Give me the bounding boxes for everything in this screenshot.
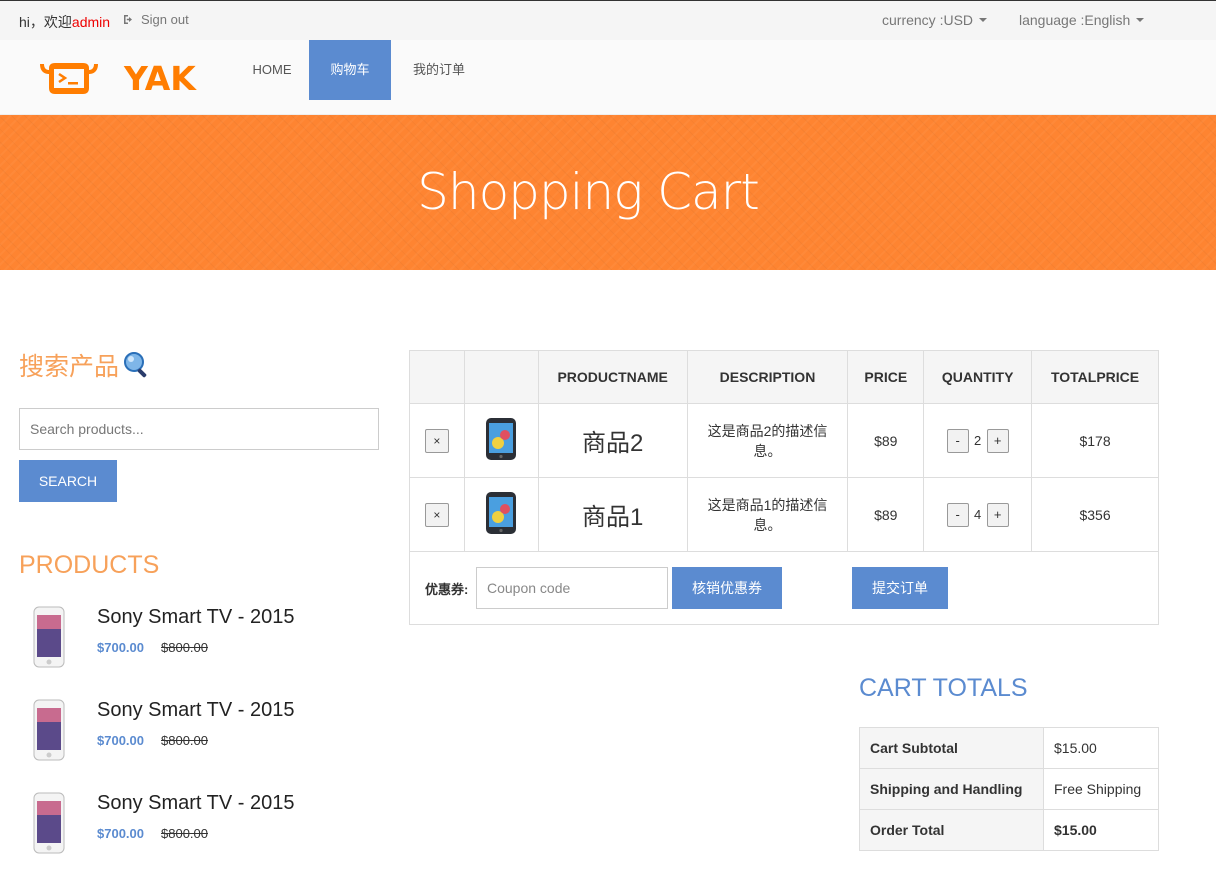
order-total-label: Order Total [859, 809, 1044, 851]
quantity-stepper: - 4 + [946, 502, 1009, 527]
search-input[interactable] [19, 408, 379, 450]
coupon-label: 优惠券: [425, 582, 469, 597]
products-title: PRODUCTS [19, 551, 160, 579]
chevron-down-icon [979, 18, 988, 22]
remove-item-button[interactable]: × [424, 428, 449, 453]
magnifier-icon [124, 352, 147, 378]
coupon-code-input[interactable] [476, 567, 668, 609]
col-image-header [463, 350, 539, 404]
cart-subtotal-label: Cart Subtotal [859, 727, 1044, 769]
remove-cell: × [409, 477, 465, 552]
sign-out-link[interactable]: Sign out [123, 12, 189, 27]
price-cell: $89 [847, 403, 925, 478]
col-quantity-header: QUANTITY [923, 350, 1033, 404]
product-thumbnail[interactable] [485, 491, 517, 535]
quantity-cell: - 2 + [923, 403, 1033, 478]
increase-quantity-button[interactable]: + [986, 428, 1009, 453]
product-price: $700.00 [97, 826, 144, 841]
product-item[interactable]: Sony Smart TV - 2015 $700.00 $800.00 [19, 606, 379, 686]
cart-header-row: PRODUCTNAME DESCRIPTION PRICE QUANTITY T… [409, 350, 1159, 404]
cart-product-description: 这是商品2的描述信息。 [707, 422, 828, 459]
remove-cell: × [409, 403, 465, 478]
cart-product-description: 这是商品1的描述信息。 [707, 496, 828, 533]
cart-product-name[interactable]: 商品2 [582, 430, 643, 457]
product-item[interactable]: Sony Smart TV - 2015 $700.00 $800.00 [19, 792, 379, 872]
totals-row: Cart Subtotal $15.00 [859, 727, 1159, 769]
greeting-text: hi，欢迎 [19, 14, 72, 30]
col-description-header: DESCRIPTION [686, 350, 849, 404]
chevron-down-icon [1136, 18, 1145, 22]
nav-cart[interactable]: 购物车 [309, 40, 391, 100]
product-name[interactable]: Sony Smart TV - 2015 [97, 699, 295, 722]
sign-out-icon [124, 15, 132, 24]
image-cell [463, 477, 539, 552]
shipping-value: Free Shipping [1043, 768, 1159, 810]
price-cell: $89 [847, 477, 925, 552]
language-label: language :English [1019, 12, 1131, 28]
nav-home[interactable]: HOME [237, 40, 307, 100]
product-name[interactable]: Sony Smart TV - 2015 [97, 792, 295, 815]
cart-table: PRODUCTNAME DESCRIPTION PRICE QUANTITY T… [409, 350, 1159, 552]
description-cell: 这是商品1的描述信息。 [686, 477, 849, 552]
submit-order-button[interactable]: 提交订单 [852, 567, 948, 609]
product-name-cell: 商品1 [537, 477, 688, 552]
image-cell [463, 403, 539, 478]
logo-text: YAK [123, 59, 197, 98]
cart-product-name[interactable]: 商品1 [582, 504, 643, 531]
col-productname-header: PRODUCTNAME [537, 350, 688, 404]
product-old-price: $800.00 [161, 640, 208, 655]
product-item[interactable]: Sony Smart TV - 2015 $700.00 $800.00 [19, 699, 379, 779]
total-price-cell: $356 [1031, 477, 1159, 552]
product-price: $700.00 [97, 733, 144, 748]
apply-coupon-button[interactable]: 核销优惠券 [672, 567, 782, 609]
totals-row: Order Total $15.00 [859, 809, 1159, 851]
quantity-value: 2 [974, 433, 982, 448]
quantity-value: 4 [974, 507, 982, 522]
top-bar: hi，欢迎admin Sign out currency :USD langua… [0, 0, 1216, 40]
remove-item-button[interactable]: × [424, 502, 449, 527]
page-banner: Shopping Cart [0, 115, 1216, 270]
product-price: $700.00 [97, 640, 144, 655]
phone-thumbnail[interactable] [33, 699, 65, 761]
phone-thumbnail[interactable] [33, 792, 65, 854]
greeting: hi，欢迎admin [19, 12, 110, 32]
currency-label: currency :USD [882, 12, 974, 28]
product-name-cell: 商品2 [537, 403, 688, 478]
description-cell: 这是商品2的描述信息。 [686, 403, 849, 478]
cart-row: × 商品2 这是商品2的描述信息。 $89 - 2 + $178 [409, 403, 1159, 478]
cart-subtotal-value: $15.00 [1043, 727, 1159, 769]
coupon-row: 优惠券: 核销优惠券 提交订单 [409, 551, 1159, 625]
col-price-header: PRICE [847, 350, 925, 404]
quantity-stepper: - 2 + [946, 428, 1009, 453]
cart-totals-table: Cart Subtotal $15.00 Shipping and Handli… [859, 727, 1159, 851]
decrease-quantity-button[interactable]: - [946, 502, 969, 527]
cart-row: × 商品1 这是商品1的描述信息。 $89 - 4 + $356 [409, 477, 1159, 552]
totals-row: Shipping and Handling Free Shipping [859, 768, 1159, 810]
search-section-title: 搜索产品 [19, 347, 151, 383]
language-dropdown[interactable]: language :English [1019, 12, 1145, 28]
main-navbar: YAK HOME 购物车 我的订单 [0, 40, 1216, 115]
sign-out-label: Sign out [141, 12, 189, 27]
col-remove-header [409, 350, 465, 404]
search-title-text: 搜索产品 [19, 353, 120, 381]
product-old-price: $800.00 [161, 733, 208, 748]
username-link[interactable]: admin [72, 14, 110, 30]
order-total-value: $15.00 [1043, 809, 1159, 851]
quantity-cell: - 4 + [923, 477, 1033, 552]
nav-my-orders[interactable]: 我的订单 [397, 40, 481, 100]
product-name[interactable]: Sony Smart TV - 2015 [97, 606, 295, 629]
total-price-cell: $178 [1031, 403, 1159, 478]
yak-logo[interactable]: YAK [37, 58, 217, 98]
phone-thumbnail[interactable] [33, 606, 65, 668]
product-thumbnail[interactable] [485, 417, 517, 461]
cart-totals-title: CART TOTALS [859, 674, 1028, 702]
currency-dropdown[interactable]: currency :USD [882, 12, 988, 28]
page-title: Shopping Cart [417, 163, 760, 221]
product-old-price: $800.00 [161, 826, 208, 841]
col-totalprice-header: TOTALPRICE [1031, 350, 1159, 404]
increase-quantity-button[interactable]: + [986, 502, 1009, 527]
shipping-label: Shipping and Handling [859, 768, 1044, 810]
decrease-quantity-button[interactable]: - [946, 428, 969, 453]
search-button[interactable]: SEARCH [19, 460, 117, 502]
